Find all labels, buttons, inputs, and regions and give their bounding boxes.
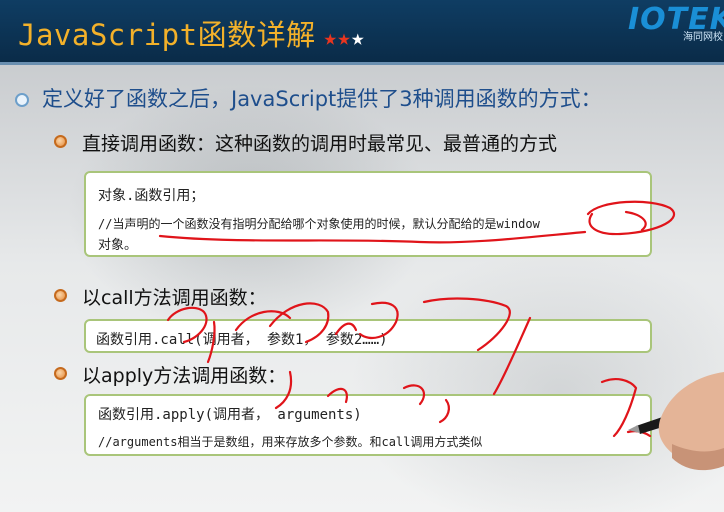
slide-title: JavaScript函数详解 ★★★ xyxy=(18,12,365,54)
code-comment-line: //当声明的一个函数没有指明分配给哪个对象使用的时候，默认分配给的是window xyxy=(98,217,540,231)
star-empty-icon: ★ xyxy=(351,26,365,51)
code-line: 函数引用.apply(调用者， arguments) xyxy=(98,407,362,423)
slide-header: JavaScript函数详解 ★★★ IOTEK 海同网校 xyxy=(0,0,724,65)
code-comment-line: //arguments相当于是数组，用来存放多个参数。和call调用方式类似 xyxy=(98,435,483,449)
item-direct-call-label: 直接调用函数：这种函数的调用时最常见、最普通的方式 xyxy=(82,133,558,155)
code-box-call: 函数引用.call(调用者， 参数1， 参数2……) xyxy=(84,319,652,353)
code-comment-line: 对象。 xyxy=(98,238,138,253)
bullet-circle-icon xyxy=(15,93,29,107)
item-call-label: 以call方法调用函数： xyxy=(82,287,267,309)
code-line: 对象.函数引用； xyxy=(98,188,205,204)
bullet-dot-icon xyxy=(54,135,67,148)
intro-text: 定义好了函数之后，JavaScript提供了3种调用函数的方式： xyxy=(42,87,602,111)
code-line: 函数引用.call(调用者， 参数1， 参数2……) xyxy=(96,332,388,348)
code-box-direct-call: 对象.函数引用； //当声明的一个函数没有指明分配给哪个对象使用的时候，默认分配… xyxy=(84,171,652,257)
code-box-apply: 函数引用.apply(调用者， arguments) //arguments相当… xyxy=(84,394,652,456)
bullet-dot-icon xyxy=(54,367,67,380)
star-filled-icon: ★★ xyxy=(323,26,352,51)
difficulty-stars: ★★★ xyxy=(324,26,365,51)
item-apply-label: 以apply方法调用函数： xyxy=(82,365,287,387)
bullet-dot-icon xyxy=(54,289,67,302)
brand-logo-subtitle: 海同网校 xyxy=(683,32,723,43)
slide-title-text: JavaScript函数详解 xyxy=(18,18,316,52)
